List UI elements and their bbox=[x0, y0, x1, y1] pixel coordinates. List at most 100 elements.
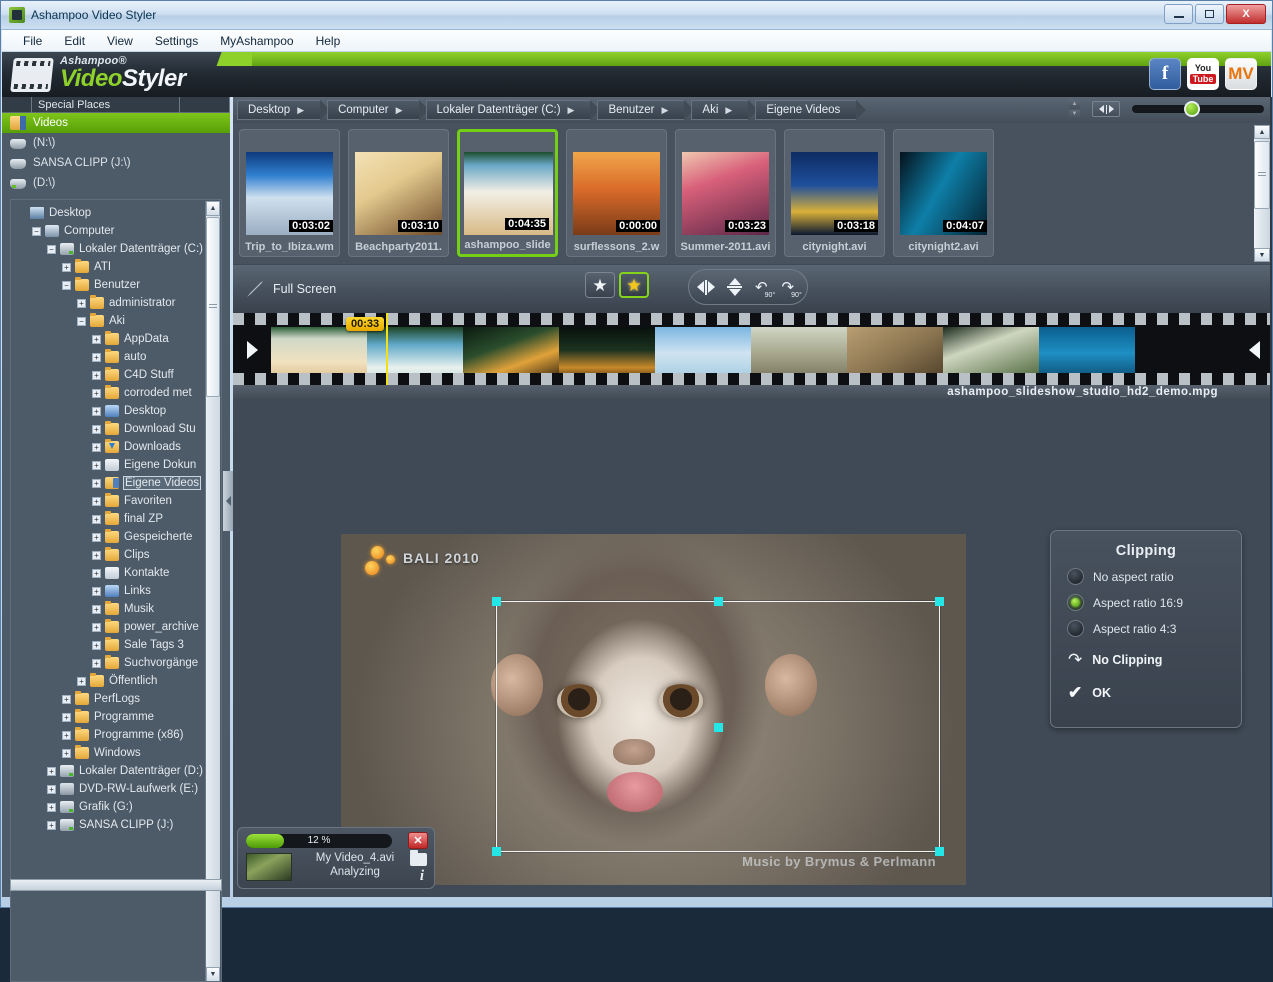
star-effects-button[interactable]: ★ bbox=[619, 272, 649, 298]
breadcrumb-eigene-videos[interactable]: Eigene Videos bbox=[755, 100, 856, 120]
spinner-up-icon[interactable]: ▲ bbox=[1069, 100, 1080, 109]
clipping-ok-button[interactable]: ✔ OK bbox=[1068, 683, 1241, 703]
breadcrumb-desktop[interactable]: Desktop▶ bbox=[237, 100, 320, 120]
menu-help[interactable]: Help bbox=[305, 32, 352, 50]
radio-no-aspect-ratio[interactable] bbox=[1067, 568, 1084, 585]
tree-node[interactable]: −Aki bbox=[11, 312, 207, 330]
thumbnail-item[interactable]: 0:03:02Trip_to_Ibiza.wm bbox=[239, 129, 340, 257]
tree-node[interactable]: +Öffentlich bbox=[11, 672, 207, 690]
close-button[interactable]: X bbox=[1226, 4, 1266, 24]
minimize-button[interactable] bbox=[1164, 4, 1193, 24]
crop-rectangle[interactable] bbox=[496, 601, 940, 852]
expand-icon[interactable]: + bbox=[77, 677, 86, 686]
breadcrumb-lokaler-c[interactable]: Lokaler Datenträger (C:)▶ bbox=[426, 100, 591, 120]
expand-icon[interactable]: + bbox=[92, 623, 101, 632]
expand-icon[interactable]: + bbox=[92, 605, 101, 614]
place-item-sansa[interactable]: SANSA CLIPP (J:\) bbox=[2, 153, 230, 173]
thumbnail-item[interactable]: 0:04:35ashampoo_slide bbox=[457, 129, 558, 257]
expand-icon[interactable]: + bbox=[77, 299, 86, 308]
tree-horizontal-scrollbar[interactable] bbox=[10, 879, 222, 891]
slider-knob[interactable] bbox=[1184, 101, 1200, 117]
tree-node[interactable]: +Programme (x86) bbox=[11, 726, 207, 744]
tree-node[interactable]: +Downloads bbox=[11, 438, 207, 456]
tree-scroll-down-icon[interactable]: ▼ bbox=[206, 967, 220, 982]
job-info-icon[interactable]: i bbox=[420, 868, 424, 885]
thumb-scroll-up-icon[interactable]: ▲ bbox=[1254, 125, 1270, 139]
flip-vertical-button[interactable] bbox=[724, 278, 746, 296]
expand-icon[interactable]: + bbox=[62, 263, 71, 272]
job-open-folder-icon[interactable] bbox=[410, 853, 427, 866]
expand-icon[interactable]: + bbox=[92, 353, 101, 362]
tree-node[interactable]: +Sale Tags 3 bbox=[11, 636, 207, 654]
clipping-option-4-3[interactable]: Aspect ratio 4:3 bbox=[1067, 620, 1241, 637]
expand-icon[interactable]: + bbox=[92, 569, 101, 578]
tree-node[interactable]: +Eigene Videos bbox=[11, 474, 207, 492]
expand-icon[interactable]: + bbox=[92, 641, 101, 650]
timeline-prev-icon[interactable] bbox=[247, 341, 258, 359]
collapse-icon[interactable]: − bbox=[62, 281, 71, 290]
crop-handle-center[interactable] bbox=[714, 723, 723, 732]
thumbnail-item[interactable]: 0:04:07citynight2.avi bbox=[893, 129, 994, 257]
expand-icon[interactable]: + bbox=[92, 497, 101, 506]
expand-icon[interactable]: + bbox=[92, 371, 101, 380]
maximize-button[interactable] bbox=[1195, 4, 1224, 24]
expand-icon[interactable]: + bbox=[62, 749, 71, 758]
expand-icon[interactable]: + bbox=[92, 407, 101, 416]
tree-node[interactable]: +Programme bbox=[11, 708, 207, 726]
tree-node[interactable]: Desktop bbox=[11, 204, 207, 222]
tree-node[interactable]: +Grafik (G:) bbox=[11, 798, 207, 816]
tree-node[interactable]: +DVD-RW-Laufwerk (E:) bbox=[11, 780, 207, 798]
flip-horizontal-button[interactable] bbox=[697, 280, 719, 295]
tree-node[interactable]: −Lokaler Datenträger (C:) bbox=[11, 240, 207, 258]
fullscreen-icon[interactable] bbox=[245, 279, 265, 299]
tree-node[interactable]: +Download Stu bbox=[11, 420, 207, 438]
clipping-option-16-9[interactable]: Aspect ratio 16:9 bbox=[1067, 594, 1241, 611]
tree-node[interactable]: −Computer bbox=[11, 222, 207, 240]
tree-node[interactable]: +Eigene Dokun bbox=[11, 456, 207, 474]
thumbnail-size-slider[interactable] bbox=[1132, 105, 1264, 113]
youtube-icon[interactable]: You Tube bbox=[1187, 58, 1219, 90]
tree-node[interactable]: +PerfLogs bbox=[11, 690, 207, 708]
thumbnail-item[interactable]: 0:03:10Beachparty2011. bbox=[348, 129, 449, 257]
tree-node[interactable]: +administrator bbox=[11, 294, 207, 312]
tree-scroll-thumb[interactable] bbox=[206, 217, 220, 397]
tree-node[interactable]: +Musik bbox=[11, 600, 207, 618]
expand-icon[interactable]: + bbox=[92, 659, 101, 668]
place-item-n-drive[interactable]: (N:\) bbox=[2, 133, 230, 153]
rotate-right-button[interactable]: ↷90° bbox=[777, 278, 799, 296]
expand-icon[interactable]: + bbox=[92, 533, 101, 542]
thumbnail-item[interactable]: 0:03:18citynight.avi bbox=[784, 129, 885, 257]
expand-icon[interactable]: + bbox=[92, 461, 101, 470]
tree-node[interactable]: +Links bbox=[11, 582, 207, 600]
expand-icon[interactable]: + bbox=[62, 731, 71, 740]
menu-file[interactable]: File bbox=[12, 32, 53, 50]
expand-icon[interactable]: + bbox=[47, 767, 56, 776]
tree-node[interactable]: +corroded met bbox=[11, 384, 207, 402]
tree-node[interactable]: +AppData bbox=[11, 330, 207, 348]
star-plain-button[interactable]: ★ bbox=[585, 272, 615, 298]
crop-handle-bottom-right[interactable] bbox=[935, 847, 944, 856]
crop-handle-top-left[interactable] bbox=[492, 597, 501, 606]
fullscreen-label[interactable]: Full Screen bbox=[273, 282, 336, 296]
collapse-icon[interactable]: − bbox=[77, 317, 86, 326]
expand-icon[interactable]: + bbox=[47, 785, 56, 794]
mv-icon[interactable]: MV bbox=[1225, 58, 1257, 90]
tree-node[interactable]: +C4D Stuff bbox=[11, 366, 207, 384]
rotate-left-button[interactable]: ↶90° bbox=[750, 278, 772, 296]
expand-icon[interactable]: + bbox=[47, 821, 56, 830]
thumbnail-item[interactable]: 0:03:23Summer-2011.avi bbox=[675, 129, 776, 257]
breadcrumb-benutzer[interactable]: Benutzer▶ bbox=[597, 100, 684, 120]
expand-icon[interactable]: + bbox=[92, 551, 101, 560]
tree-node[interactable]: +SANSA CLIPP (J:) bbox=[11, 816, 207, 834]
expand-icon[interactable]: + bbox=[62, 713, 71, 722]
thumb-scroll-down-icon[interactable]: ▼ bbox=[1254, 248, 1270, 262]
thumbnail-item[interactable]: 0:00:00surflessons_2.w bbox=[566, 129, 667, 257]
place-item-d-drive[interactable]: (D:\) bbox=[2, 173, 230, 193]
no-clipping-button[interactable]: ↶ No Clipping bbox=[1068, 650, 1241, 670]
expand-icon[interactable]: + bbox=[62, 695, 71, 704]
expand-icon[interactable]: + bbox=[92, 389, 101, 398]
tree-node[interactable]: +final ZP bbox=[11, 510, 207, 528]
expand-icon[interactable]: + bbox=[92, 587, 101, 596]
thumbnail-scrollbar[interactable]: ▲ ▼ bbox=[1254, 125, 1270, 262]
tree-node[interactable]: +auto bbox=[11, 348, 207, 366]
